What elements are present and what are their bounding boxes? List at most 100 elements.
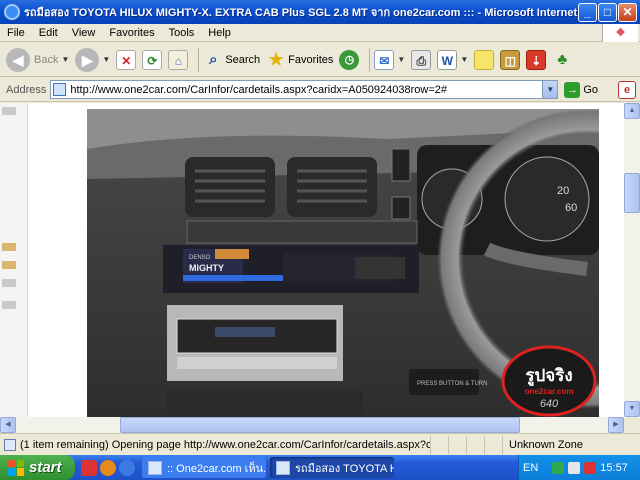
vertical-scrollbar[interactable]: ▲ ▼ [624, 103, 640, 417]
minimize-button[interactable]: _ [578, 3, 597, 22]
svg-text:PRESS BUTTON & TURN: PRESS BUTTON & TURN [417, 381, 487, 387]
windows-logo-icon: ❖ [602, 24, 638, 42]
scroll-right-icon[interactable]: ▶ [608, 417, 624, 433]
home-button[interactable]: ⌂ [168, 49, 189, 70]
chevron-down-icon: ▼ [460, 55, 469, 64]
print-button[interactable]: ⎙ [411, 49, 432, 70]
menu-file[interactable]: File [0, 27, 32, 39]
windows-flag-icon [8, 459, 24, 476]
mail-button[interactable]: ✉ ▼ [374, 49, 406, 70]
task-label: รถมือสอง TOYOTA HI... [295, 462, 394, 475]
quicklaunch-ie-icon[interactable] [119, 459, 135, 476]
menu-tools[interactable]: Tools [162, 27, 202, 39]
clock: 15:57 [600, 461, 628, 474]
start-label: start [29, 459, 62, 476]
security-zone: Unknown Zone [502, 435, 640, 454]
addon-button[interactable]: ⇣ [526, 49, 547, 70]
address-input[interactable]: http://www.one2car.com/CarInfor/cardetai… [50, 80, 559, 99]
scroll-down-icon[interactable]: ▼ [624, 401, 640, 417]
horizontal-scrollbar[interactable]: ◀ ▶ [0, 417, 624, 433]
watermark-title: รูปจริง [525, 366, 572, 387]
chevron-down-icon: ▼ [61, 55, 70, 64]
forward-button[interactable]: ▶ ▼ [75, 47, 111, 72]
search-button[interactable]: ⌕ Search [203, 50, 260, 70]
title-bar: รถมือสอง TOYOTA HILUX MIGHTY-X. EXTRA CA… [0, 0, 640, 24]
maximize-button[interactable]: □ [598, 3, 617, 22]
go-button[interactable]: → Go [564, 81, 599, 98]
menu-favorites[interactable]: Favorites [102, 27, 161, 39]
menu-edit[interactable]: Edit [32, 27, 65, 39]
zone-label: Unknown Zone [509, 438, 583, 451]
stop-button[interactable]: ✕ [116, 49, 137, 70]
close-button[interactable]: ✕ [618, 3, 637, 22]
status-segment [430, 435, 448, 454]
ie-page-icon [148, 460, 162, 475]
home-icon: ⌂ [168, 49, 189, 70]
car-interior-photo: 20 60 DENSO MIGHTY PRESS BUTTON & TURN [87, 109, 599, 417]
forward-arrow-icon: ▶ [75, 47, 100, 72]
taskbar: start :: One2car.com เห็น... รถมือสอง TO… [0, 455, 640, 480]
vertical-scroll-thumb[interactable] [624, 173, 640, 213]
menu-view[interactable]: View [65, 27, 103, 39]
scroll-left-icon[interactable]: ◀ [0, 417, 16, 433]
history-icon: ◷ [339, 49, 360, 70]
watermark-site: one2car.com [525, 387, 574, 396]
scroll-up-icon[interactable]: ▲ [624, 103, 640, 119]
sticky-note-icon [474, 49, 495, 70]
search-label: Search [225, 53, 261, 66]
address-label: Address [6, 83, 47, 96]
go-label: Go [583, 83, 599, 96]
links-icon[interactable]: e [618, 80, 637, 99]
messenger-button[interactable]: ♣ [552, 50, 572, 70]
tray-security-icon[interactable] [584, 461, 597, 474]
back-arrow-icon: ◀ [6, 47, 30, 72]
edit-button[interactable]: W ▼ [437, 49, 469, 70]
back-button[interactable]: ◀ Back ▼ [6, 47, 70, 72]
svg-text:MIGHTY: MIGHTY [189, 263, 224, 273]
dashboard-image: 20 60 DENSO MIGHTY PRESS BUTTON & TURN [87, 109, 599, 417]
system-tray: EN 15:57 [518, 455, 640, 480]
chevron-down-icon: ▼ [397, 55, 406, 64]
status-text: (1 item remaining) Opening page http://w… [20, 438, 430, 451]
toolbar-separator [198, 47, 200, 72]
address-url[interactable]: http://www.one2car.com/CarInfor/cardetai… [70, 84, 542, 96]
quicklaunch-app-icon[interactable] [81, 459, 97, 476]
menu-bar: File Edit View Favorites Tools Help [0, 24, 640, 42]
favorites-label: Favorites [288, 53, 334, 66]
tray-app-icon[interactable] [552, 461, 565, 474]
ie-icon [4, 4, 20, 20]
scroll-corner [624, 417, 640, 433]
research-button[interactable]: ◫ [500, 49, 521, 70]
go-arrow-icon: → [564, 81, 581, 98]
ie-page-icon [276, 460, 290, 475]
task-label: :: One2car.com เห็น... [167, 462, 266, 475]
horizontal-scroll-thumb[interactable] [120, 417, 520, 433]
research-book-icon: ◫ [500, 49, 521, 70]
task-one2car[interactable]: :: One2car.com เห็น... [142, 457, 266, 478]
quicklaunch-media-icon[interactable] [100, 459, 116, 476]
watermark-size: 640 [540, 398, 559, 410]
status-segment [466, 435, 484, 454]
task-car-details[interactable]: รถมือสอง TOYOTA HI... [270, 457, 394, 478]
tray-network-icon[interactable] [568, 461, 581, 474]
start-button[interactable]: start [0, 455, 75, 480]
messenger-icon: ♣ [557, 50, 568, 68]
menu-help[interactable]: Help [201, 27, 238, 39]
notes-button[interactable] [474, 49, 495, 70]
quick-launch [81, 459, 138, 476]
language-indicator[interactable]: EN [523, 462, 538, 474]
chevron-down-icon: ▼ [102, 55, 111, 64]
back-label: Back [34, 53, 59, 66]
toolbar-separator [369, 47, 371, 72]
addon-icon: ⇣ [526, 49, 547, 70]
history-button[interactable]: ◷ [339, 49, 360, 70]
stop-icon: ✕ [116, 49, 137, 70]
status-segment [448, 435, 466, 454]
standard-toolbar: ◀ Back ▼ ▶ ▼ ✕ ⟳ ⌂ ⌕ Search ★ Favorites … [0, 43, 640, 77]
page-icon [53, 83, 67, 96]
refresh-button[interactable]: ⟳ [142, 49, 163, 70]
chevron-down-icon[interactable]: ▼ [542, 81, 558, 98]
page-content: 20 60 DENSO MIGHTY PRESS BUTTON & TURN [0, 103, 624, 417]
status-segment [484, 435, 502, 454]
favorites-button[interactable]: ★ Favorites [266, 50, 334, 70]
